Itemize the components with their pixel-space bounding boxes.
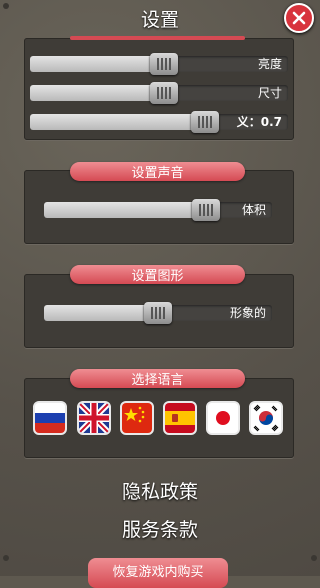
- value-slider[interactable]: 义：0.7: [30, 111, 288, 133]
- language-section-title: 选择语言: [70, 369, 245, 388]
- slider-fill: [44, 305, 158, 321]
- title-bar: 设置: [0, 0, 320, 36]
- volume-label: 体积: [241, 203, 266, 217]
- graphics-label: 形象的: [229, 306, 266, 320]
- rivet-decoration: [311, 555, 317, 561]
- sound-section-title: 设置声音: [70, 162, 245, 181]
- uk-flag-icon[interactable]: [77, 401, 111, 435]
- rivet-decoration: [3, 3, 9, 9]
- panel-header-edge: [70, 36, 245, 40]
- slider-thumb[interactable]: [150, 82, 178, 104]
- brightness-label: 亮度: [257, 57, 282, 71]
- terms-of-service-link[interactable]: 服务条款: [0, 515, 320, 542]
- slider-fill: [44, 202, 206, 218]
- volume-slider[interactable]: 体积: [44, 199, 272, 221]
- slider-fill: [30, 85, 164, 101]
- slider-fill: [30, 56, 164, 72]
- restore-purchases-label: 恢复游戏内购买: [112, 565, 204, 580]
- close-button[interactable]: [284, 3, 314, 33]
- brightness-slider[interactable]: 亮度: [30, 53, 288, 75]
- russia-flag-icon[interactable]: [33, 401, 67, 435]
- slider-thumb[interactable]: [150, 53, 178, 75]
- japan-flag-icon[interactable]: [206, 401, 240, 435]
- page-title: 设置: [140, 8, 179, 31]
- value-label: 义：0.7: [236, 115, 282, 129]
- size-label: 尺寸: [257, 86, 282, 100]
- rivet-decoration: [3, 555, 9, 561]
- size-slider[interactable]: 尺寸: [30, 82, 288, 104]
- slider-fill: [30, 114, 205, 130]
- restore-purchases-button[interactable]: 恢复游戏内购买: [88, 558, 228, 588]
- slider-thumb[interactable]: [191, 111, 219, 133]
- spain-flag-icon[interactable]: [163, 401, 197, 435]
- korea-flag-icon[interactable]: [249, 401, 283, 435]
- privacy-policy-link[interactable]: 隐私政策: [0, 477, 320, 504]
- graphics-section-title: 设置图形: [70, 265, 245, 284]
- slider-thumb[interactable]: [144, 302, 172, 324]
- china-flag-icon[interactable]: [120, 401, 154, 435]
- close-icon: [292, 11, 306, 25]
- graphics-slider[interactable]: 形象的: [44, 302, 272, 324]
- slider-thumb[interactable]: [192, 199, 220, 221]
